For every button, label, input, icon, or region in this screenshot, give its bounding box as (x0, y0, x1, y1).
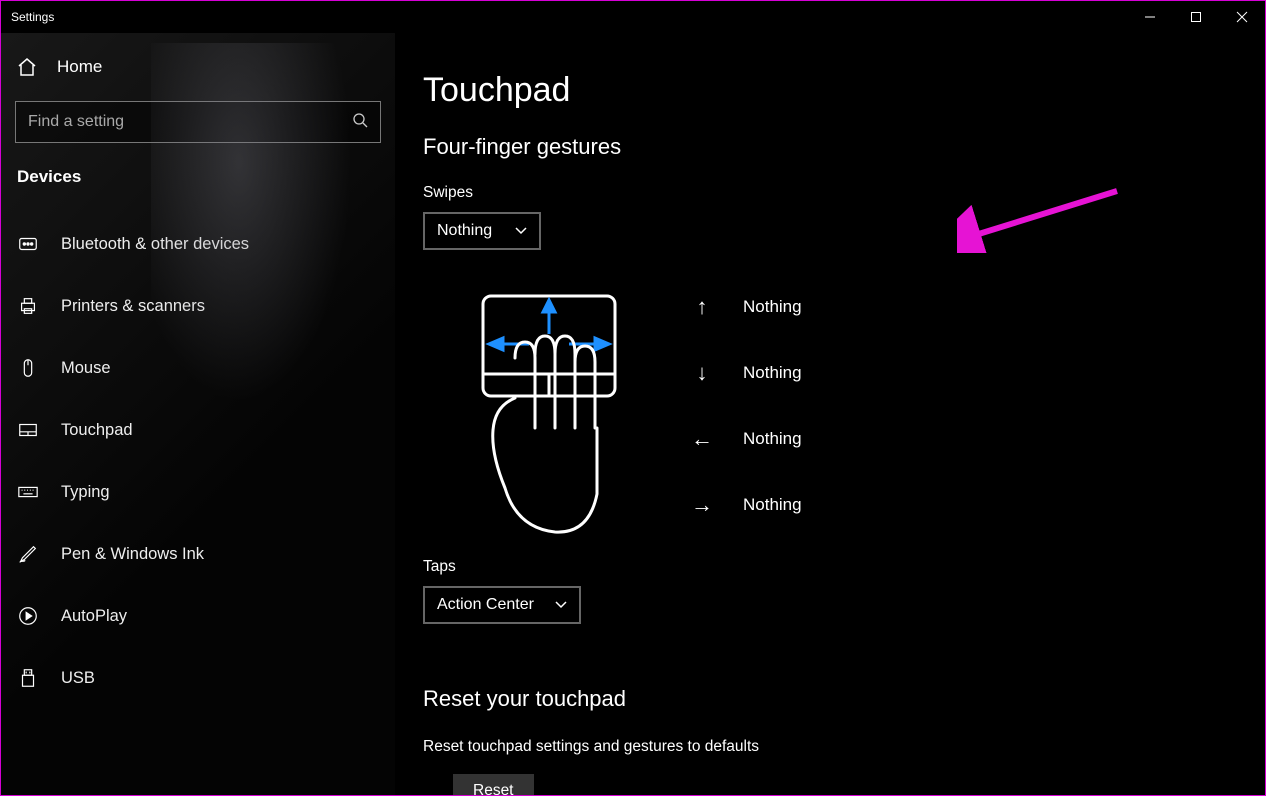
gesture-right-value: Nothing (743, 495, 802, 515)
pen-icon (17, 543, 39, 565)
swipes-label: Swipes (423, 184, 1265, 202)
gesture-down-value: Nothing (743, 363, 802, 383)
section-title: Devices (1, 167, 395, 187)
sidebar-item-bluetooth[interactable]: Bluetooth & other devices (1, 213, 395, 275)
content-area: Touchpad Four-finger gestures Swipes Not… (395, 33, 1265, 795)
swipes-value: Nothing (437, 222, 492, 240)
close-button[interactable] (1219, 1, 1265, 33)
gesture-right: → Nothing (691, 492, 802, 518)
printer-icon (17, 295, 39, 317)
reset-heading: Reset your touchpad (423, 686, 1265, 712)
usb-icon (17, 667, 39, 689)
sidebar-item-label: Mouse (61, 359, 111, 378)
chevron-down-icon (515, 224, 527, 238)
reset-button[interactable]: Reset (453, 774, 534, 795)
sidebar-item-label: Pen & Windows Ink (61, 545, 204, 564)
taps-value: Action Center (437, 596, 534, 614)
sidebar-item-usb[interactable]: USB (1, 647, 395, 709)
keyboard-icon (17, 481, 39, 503)
window-controls (1127, 1, 1265, 33)
arrow-down-icon: ↓ (691, 360, 713, 386)
gesture-up: ↑ Nothing (691, 294, 802, 320)
sidebar-item-printers[interactable]: Printers & scanners (1, 275, 395, 337)
sidebar-item-autoplay[interactable]: AutoPlay (1, 585, 395, 647)
gesture-list: ↑ Nothing ↓ Nothing ← Nothing → Nothing (691, 294, 802, 518)
gesture-left: ← Nothing (691, 426, 802, 452)
bluetooth-icon (17, 233, 39, 255)
home-button[interactable]: Home (1, 33, 395, 101)
sidebar-item-label: USB (61, 669, 95, 688)
titlebar: Settings (1, 1, 1265, 33)
page-title: Touchpad (423, 71, 1265, 110)
sidebar-item-label: Printers & scanners (61, 297, 205, 316)
search-placeholder: Find a setting (28, 113, 352, 131)
sidebar-item-mouse[interactable]: Mouse (1, 337, 395, 399)
mouse-icon (17, 357, 39, 379)
arrow-left-icon: ← (691, 426, 713, 452)
search-input[interactable]: Find a setting (15, 101, 381, 143)
sidebar-item-pen[interactable]: Pen & Windows Ink (1, 523, 395, 585)
gesture-up-value: Nothing (743, 297, 802, 317)
search-icon (352, 112, 368, 133)
sidebar: Home Find a setting Devices Bluetooth & … (1, 33, 395, 795)
taps-label: Taps (423, 558, 1265, 576)
sidebar-item-touchpad[interactable]: Touchpad (1, 399, 395, 461)
sidebar-item-label: Typing (61, 483, 110, 502)
sidebar-item-label: AutoPlay (61, 607, 127, 626)
gesture-down: ↓ Nothing (691, 360, 802, 386)
window-title: Settings (11, 10, 54, 24)
chevron-down-icon (555, 598, 567, 612)
gesture-illustration (459, 288, 619, 538)
gesture-left-value: Nothing (743, 429, 802, 449)
sidebar-item-label: Touchpad (61, 421, 133, 440)
section-heading: Four-finger gestures (423, 134, 1265, 160)
sidebar-item-label: Bluetooth & other devices (61, 235, 249, 254)
arrow-right-icon: → (691, 492, 713, 518)
maximize-button[interactable] (1173, 1, 1219, 33)
reset-description: Reset touchpad settings and gestures to … (423, 738, 1265, 756)
autoplay-icon (17, 605, 39, 627)
sidebar-item-typing[interactable]: Typing (1, 461, 395, 523)
arrow-up-icon: ↑ (691, 294, 713, 320)
touchpad-icon (17, 419, 39, 441)
home-icon (17, 57, 37, 77)
home-label: Home (57, 57, 102, 77)
swipes-dropdown[interactable]: Nothing (423, 212, 541, 250)
minimize-button[interactable] (1127, 1, 1173, 33)
taps-dropdown[interactable]: Action Center (423, 586, 581, 624)
